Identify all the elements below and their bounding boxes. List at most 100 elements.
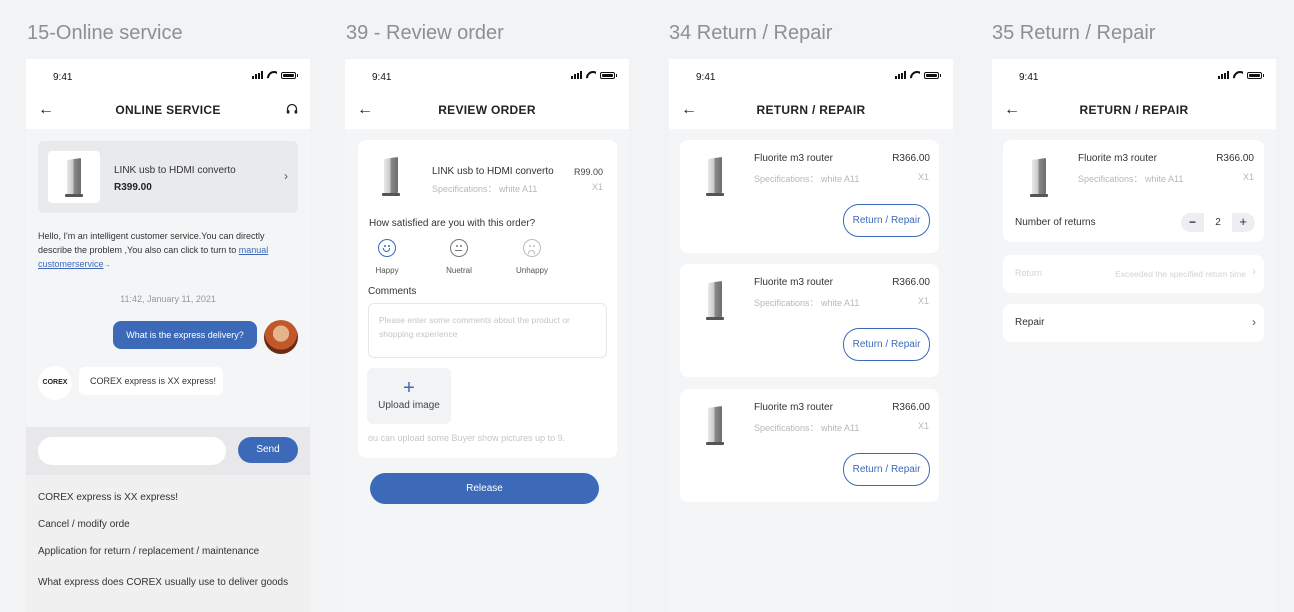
- wifi-icon: [1233, 71, 1243, 79]
- quick-question-item[interactable]: What express does COREX usually use to d…: [38, 577, 288, 588]
- quick-questions: COREX express is XX express! Cancel / mo…: [26, 475, 310, 612]
- signal-icon: [895, 71, 906, 79]
- return-item-card: Fluorite m3 router R366.00 Specification…: [680, 264, 939, 377]
- decrement-button[interactable]: −: [1189, 215, 1196, 229]
- screen-title-return-repair: 34 Return / Repair: [669, 22, 833, 44]
- status-time: 9:41: [1019, 72, 1039, 83]
- rating-happy[interactable]: Happy: [372, 239, 402, 275]
- return-repair-button[interactable]: Return / Repair: [843, 204, 930, 237]
- product-qty: X1: [917, 172, 929, 182]
- wifi-icon: [267, 71, 277, 79]
- product-name: LINK usb to HDMI converto: [114, 165, 236, 176]
- rating-unhappy[interactable]: Unhappy: [512, 239, 552, 275]
- nav-bar: ← RETURN / REPAIR: [669, 95, 953, 129]
- quantity-stepper: − 2 +: [1181, 213, 1255, 232]
- status-time: 9:41: [53, 72, 73, 83]
- product-qty: X1: [591, 182, 603, 192]
- quick-question-item[interactable]: Application for return / replacement / m…: [38, 546, 259, 557]
- sad-face-icon: [523, 239, 541, 257]
- nav-bar: ← ONLINE SERVICE: [26, 95, 310, 129]
- signal-icon: [252, 71, 263, 79]
- satisfaction-question: How satisfied are you with this order?: [369, 218, 536, 229]
- signal-icon: [1218, 71, 1229, 79]
- screen-title-online-service: 15-Online service: [27, 22, 183, 44]
- page-title: ONLINE SERVICE: [115, 103, 221, 117]
- return-option-label: Return: [1015, 268, 1043, 278]
- status-bar: 9:41: [345, 59, 629, 95]
- product-price: R366.00: [892, 277, 930, 288]
- screen-title-review-order: 39 - Review order: [346, 22, 504, 44]
- increment-button[interactable]: +: [1239, 214, 1247, 229]
- battery-icon: [281, 71, 298, 79]
- product-price: R399.00: [114, 182, 152, 193]
- quantity-value[interactable]: 2: [1204, 213, 1232, 232]
- product-spec: Specifications： white A11: [1078, 174, 1184, 184]
- review-card: LINK usb to HDMI converto R99.00 Specifi…: [358, 140, 617, 458]
- happy-face-icon: [378, 239, 396, 257]
- phone-review-order: 9:41 ← REVIEW ORDER LINK usb to HDMI con…: [345, 59, 629, 612]
- screen-title-return-repair-detail: 35 Return / Repair: [992, 22, 1156, 44]
- return-item-card: Fluorite m3 router R366.00 Specification…: [1003, 140, 1264, 242]
- router-image: [63, 157, 85, 197]
- product-name: LINK usb to HDMI converto: [432, 166, 554, 177]
- wifi-icon: [910, 71, 920, 79]
- product-qty: X1: [917, 421, 929, 431]
- rating-neutral[interactable]: Nuetral: [442, 239, 476, 275]
- page-title: REVIEW ORDER: [438, 103, 536, 117]
- chat-input-area: Send: [26, 427, 310, 475]
- product-price: R99.00: [573, 167, 603, 177]
- return-repair-button-label: Return / Repair: [852, 464, 921, 475]
- send-button[interactable]: Send: [238, 437, 298, 463]
- user-message-bubble: What is the express delivery?: [113, 321, 257, 349]
- return-repair-button[interactable]: Return / Repair: [843, 328, 930, 361]
- chevron-right-icon: ›: [284, 169, 288, 183]
- page-title: RETURN / REPAIR: [1079, 103, 1189, 117]
- number-of-returns-label: Number of returns: [1015, 217, 1096, 228]
- status-icons: [895, 71, 941, 79]
- release-button[interactable]: Release: [370, 473, 599, 504]
- rating-label: Nuetral: [446, 266, 472, 275]
- product-name: Fluorite m3 router: [754, 277, 833, 288]
- comments-label: Comments: [368, 286, 417, 297]
- upload-image-label: Upload image: [378, 400, 440, 411]
- neutral-face-icon: [450, 239, 468, 257]
- upload-image-button[interactable]: + Upload image: [367, 368, 451, 424]
- status-bar: 9:41: [26, 59, 310, 95]
- phone-online-service: 9:41 ← ONLINE SERVICE LINK usb to HDMI c…: [26, 59, 310, 612]
- status-icons: [571, 71, 617, 79]
- return-item-card: Fluorite m3 router R366.00 Specification…: [680, 140, 939, 253]
- comments-textarea[interactable]: Please enter some comments about the pro…: [368, 303, 607, 358]
- product-spec: Specifications： white A11: [754, 174, 860, 184]
- battery-icon: [1247, 71, 1264, 79]
- bot-message-text: COREX express is XX express!: [90, 376, 217, 386]
- repair-option[interactable]: Repair ›: [1003, 304, 1264, 342]
- battery-icon: [924, 71, 941, 79]
- status-bar: 9:41: [992, 59, 1276, 95]
- upload-hint: ou can upload some Buyer show pictures u…: [368, 433, 566, 443]
- chat-timestamp: 11:42, January 11, 2021: [120, 294, 216, 304]
- product-card[interactable]: LINK usb to HDMI converto R399.00 ›: [38, 141, 298, 213]
- product-image: [704, 405, 726, 445]
- status-icons: [1218, 71, 1264, 79]
- intro-message: Hello, I'm an intelligent customer servi…: [38, 229, 274, 273]
- return-repair-button-label: Return / Repair: [852, 215, 921, 226]
- product-spec: Specifications： white A11: [754, 423, 860, 433]
- return-repair-button[interactable]: Return / Repair: [843, 453, 930, 486]
- message-input[interactable]: [38, 437, 226, 465]
- page-title: RETURN / REPAIR: [756, 103, 866, 117]
- phone-return-repair: 9:41 ← RETURN / REPAIR Fluorite m3 route…: [669, 59, 953, 612]
- product-image: [1028, 157, 1050, 197]
- quick-question-item[interactable]: Cancel / modify orde: [38, 519, 130, 530]
- send-button-label: Send: [256, 444, 280, 455]
- product-qty: X1: [1242, 172, 1254, 182]
- product-spec: Specifications： white A11: [754, 298, 860, 308]
- comments-placeholder: Please enter some comments about the pro…: [379, 315, 570, 339]
- product-name: Fluorite m3 router: [754, 153, 833, 164]
- headset-icon[interactable]: [286, 102, 298, 120]
- battery-icon: [600, 71, 617, 79]
- phone-return-repair-detail: 9:41 ← RETURN / REPAIR Fluorite m3 route…: [992, 59, 1276, 612]
- release-button-label: Release: [466, 483, 503, 494]
- product-image: [380, 156, 402, 196]
- quick-question-item[interactable]: COREX express is XX express!: [38, 492, 178, 503]
- return-option-disabled: Return Exceeded the specified return tim…: [1003, 255, 1264, 293]
